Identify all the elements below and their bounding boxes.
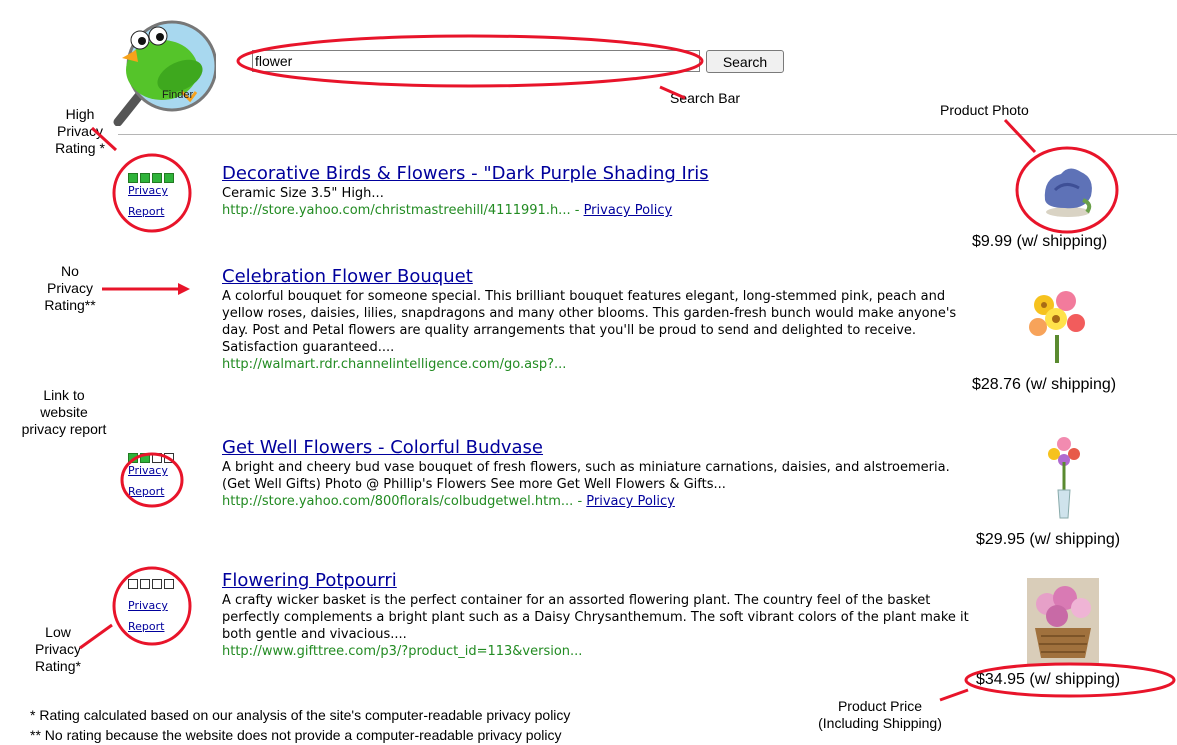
rating-square-empty <box>164 453 174 463</box>
product-price-annotation: Product Price (Including Shipping) <box>818 698 942 731</box>
result-description: A crafty wicker basket is the perfect co… <box>222 593 969 642</box>
privacy-policy-link[interactable]: Privacy Policy <box>584 203 673 218</box>
rating-square-filled <box>140 453 150 463</box>
link-report-annotation: Link to website privacy report <box>21 387 107 437</box>
rating-square-empty <box>128 579 138 589</box>
product-photo-iris[interactable] <box>1035 160 1101 224</box>
privacy-policy-link[interactable]: Privacy Policy <box>586 494 675 509</box>
footnote-rating: * Rating calculated based on our analysi… <box>30 707 571 723</box>
search-result: Flowering Potpourri A crafty wicker bask… <box>222 570 982 660</box>
annotation-arrow <box>1003 118 1037 154</box>
result-url: http://store.yahoo.com/800florals/colbud… <box>222 494 574 509</box>
rating-square-filled <box>128 453 138 463</box>
result-description: A bright and cheery bud vase bouquet of … <box>222 460 950 492</box>
result-title-link[interactable]: Get Well Flowers - Colorful Budvase <box>222 437 543 459</box>
privacy-report-link[interactable]: Privacy Report <box>128 184 168 218</box>
product-photo-bouquet[interactable] <box>1024 285 1090 369</box>
result-url: http://www.gifttree.com/p3/?product_id=1… <box>222 644 583 659</box>
rating-square-filled <box>140 173 150 183</box>
result-url: http://store.yahoo.com/christmastreehill… <box>222 203 571 218</box>
logo-text: Finder <box>162 89 194 101</box>
search-result: Celebration Flower Bouquet A colorful bo… <box>222 266 982 373</box>
product-photo-annotation: Product Photo <box>940 102 1029 118</box>
results-divider <box>118 134 1177 135</box>
privacy-report-link[interactable]: Privacy Report <box>128 599 168 633</box>
rating-square-filled <box>128 173 138 183</box>
rating-square-empty <box>140 579 150 589</box>
result-url: http://walmart.rdr.channelintelligence.c… <box>222 357 567 372</box>
high-rating-annotation: High Privacy Rating * <box>55 106 105 156</box>
privacy-rating-low <box>128 574 176 589</box>
product-photo-budvase[interactable] <box>1042 432 1086 526</box>
product-price: $9.99 (w/ shipping) <box>972 233 1108 250</box>
product-price: $34.95 (w/ shipping) <box>976 671 1121 688</box>
product-price: $29.95 (w/ shipping) <box>976 531 1121 548</box>
privacy-rating-medium <box>128 448 176 463</box>
product-photo-potpourri[interactable] <box>1027 578 1099 668</box>
low-rating-annotation: Low Privacy Rating* <box>35 624 81 674</box>
result-description: Ceramic Size 3.5" High... <box>222 186 384 201</box>
rating-square-empty <box>152 579 162 589</box>
result-title-link[interactable]: Decorative Birds & Flowers - "Dark Purpl… <box>222 163 709 185</box>
result-description: A colorful bouquet for someone special. … <box>222 289 957 355</box>
arrow-head <box>178 283 190 295</box>
result-title-link[interactable]: Celebration Flower Bouquet <box>222 266 473 288</box>
search-button[interactable]: Search <box>706 50 784 73</box>
rating-square-filled <box>152 173 162 183</box>
search-input[interactable] <box>252 50 700 72</box>
separator: - <box>570 203 584 218</box>
privacy-rating-high <box>128 168 176 183</box>
footnote-no-rating: ** No rating because the website does no… <box>30 727 562 743</box>
search-result: Get Well Flowers - Colorful Budvase A br… <box>222 437 982 510</box>
search-result: Decorative Birds & Flowers - "Dark Purpl… <box>222 163 982 219</box>
search-bar-annotation: Search Bar <box>670 90 741 106</box>
rating-square-empty <box>152 453 162 463</box>
finder-logo: Finder <box>112 18 218 127</box>
no-rating-annotation: No Privacy Rating** <box>44 263 96 313</box>
separator: - <box>573 494 587 509</box>
result-title-link[interactable]: Flowering Potpourri <box>222 570 397 592</box>
product-price: $28.76 (w/ shipping) <box>972 376 1117 393</box>
rating-square-filled <box>164 173 174 183</box>
rating-square-empty <box>164 579 174 589</box>
privacy-report-link[interactable]: Privacy Report <box>128 464 168 498</box>
